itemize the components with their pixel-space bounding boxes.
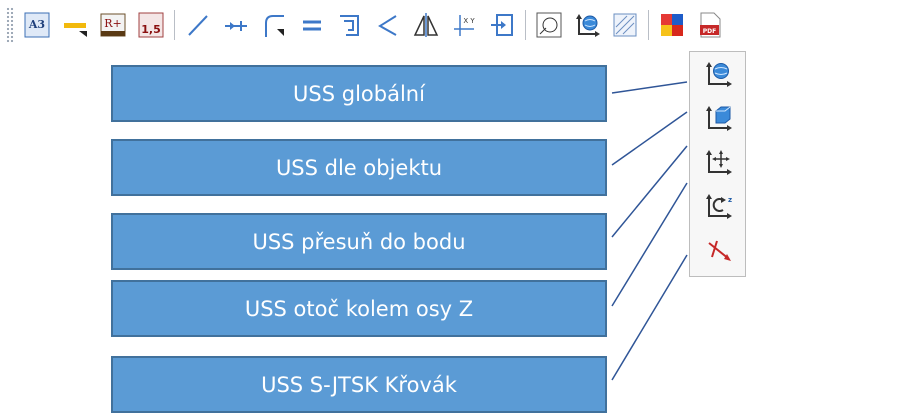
a3-format-button[interactable]: A3 [22, 10, 52, 40]
ucs-sjtsk-icon [708, 240, 731, 261]
svg-text:R+: R+ [104, 17, 122, 30]
xy-coordinates-icon: X Y [454, 15, 475, 36]
toolbar-separator [174, 10, 175, 40]
pdf-export-button[interactable]: PDF [695, 10, 725, 40]
mirror-icon [413, 13, 439, 37]
hatch-button[interactable] [610, 10, 640, 40]
leader-line [611, 182, 688, 307]
ucs-flyout-menu: z [689, 51, 746, 277]
toolbar-grip[interactable] [6, 7, 14, 43]
ucs-globe-button[interactable] [572, 10, 602, 40]
ucs-move-icon [706, 150, 732, 175]
callout-ucs-object: USS dle objektu [111, 139, 607, 196]
angle-icon [378, 15, 397, 36]
leader-line [611, 111, 688, 166]
ucs-globe-icon [576, 14, 600, 37]
svg-text:A3: A3 [28, 18, 45, 31]
dimension-line-icon [64, 23, 87, 37]
svg-text:X Y: X Y [463, 17, 475, 25]
mirror-button[interactable] [411, 10, 441, 40]
view-ucs-button[interactable] [534, 10, 564, 40]
color-palette-icon [661, 14, 683, 36]
hatch-icon [613, 13, 637, 37]
r-plus-icon: R+ [100, 13, 126, 37]
ucs-object-button[interactable] [697, 102, 739, 134]
toolbar-separator [648, 10, 649, 40]
parallel-icon [303, 20, 321, 31]
xy-coordinates-button[interactable]: X Y [449, 10, 479, 40]
insert-button[interactable] [487, 10, 517, 40]
pdf-export-icon: PDF [700, 12, 721, 38]
ucs-global-button[interactable] [697, 58, 739, 90]
toolbar: A3 R+ 1,5 X Y PDF [0, 0, 897, 50]
extend-line-button[interactable] [221, 10, 251, 40]
callout-ucs-global: USS globální [111, 65, 607, 122]
ucs-move-button[interactable] [697, 146, 739, 178]
ucs-rotate-z-button[interactable]: z [697, 190, 739, 222]
offset-icon [340, 15, 359, 36]
ucs-object-icon [706, 106, 732, 131]
svg-text:1,5: 1,5 [141, 23, 161, 36]
r-plus-button[interactable]: R+ [98, 10, 128, 40]
fillet-button[interactable] [259, 10, 289, 40]
dimension-line-button[interactable] [60, 10, 90, 40]
svg-text:PDF: PDF [703, 28, 716, 35]
callout-ucs-sjtsk: USS S-JTSK Křovák [111, 356, 607, 413]
view-ucs-icon [536, 12, 562, 38]
ucs-sjtsk-button[interactable] [697, 234, 739, 266]
line-icon [188, 15, 208, 36]
toolbar-separator [525, 10, 526, 40]
callout-ucs-rotate-z: USS otoč kolem osy Z [111, 280, 607, 337]
svg-text:z: z [728, 196, 732, 204]
leader-line [611, 254, 688, 381]
ucs-global-icon [706, 62, 732, 87]
leader-line [611, 145, 688, 238]
angle-button[interactable] [373, 10, 403, 40]
scale-1-5-button[interactable]: 1,5 [136, 10, 166, 40]
fillet-icon [265, 15, 284, 37]
parallel-button[interactable] [297, 10, 327, 40]
leader-lines [611, 81, 688, 381]
offset-button[interactable] [335, 10, 365, 40]
insert-icon [491, 14, 513, 36]
ucs-rotate-z-icon: z [706, 194, 732, 219]
a3-format-icon: A3 [24, 12, 50, 38]
extend-line-icon [225, 21, 247, 31]
line-button[interactable] [183, 10, 213, 40]
callout-ucs-move: USS přesuň do bodu [111, 213, 607, 270]
leader-line [611, 81, 688, 94]
scale-1-5-icon: 1,5 [138, 12, 164, 38]
color-palette-button[interactable] [657, 10, 687, 40]
